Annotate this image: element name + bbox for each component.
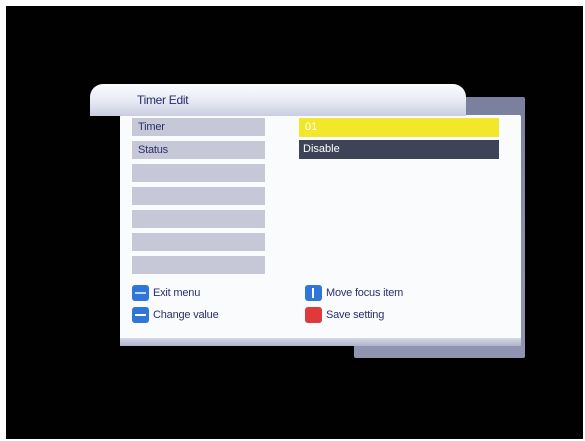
red-key-icon [305, 307, 322, 323]
legend-exit-label: Exit menu [153, 287, 201, 299]
field-label-empty [132, 210, 265, 228]
legend-change-label: Change value [153, 309, 219, 321]
up-down-key-icon [305, 285, 322, 301]
legend-move-label: Move focus item [326, 287, 404, 299]
dialog-bottom-bar [120, 338, 521, 346]
legend-save-label: Save setting [326, 309, 385, 321]
dialog-title-bar: Timer Edit [90, 84, 466, 116]
timer-number-value[interactable]: 01 [299, 118, 499, 137]
menu-key-icon [132, 285, 149, 301]
field-label-status[interactable]: Status [132, 141, 265, 159]
dialog-title: Timer Edit [137, 93, 189, 107]
field-label-empty [132, 256, 265, 274]
field-label-empty [132, 164, 265, 182]
field-label-timer[interactable]: Timer [132, 118, 265, 136]
status-value[interactable]: Disable [299, 140, 499, 159]
field-label-empty [132, 187, 265, 205]
left-right-key-icon [132, 307, 149, 323]
field-label-empty [132, 233, 265, 251]
